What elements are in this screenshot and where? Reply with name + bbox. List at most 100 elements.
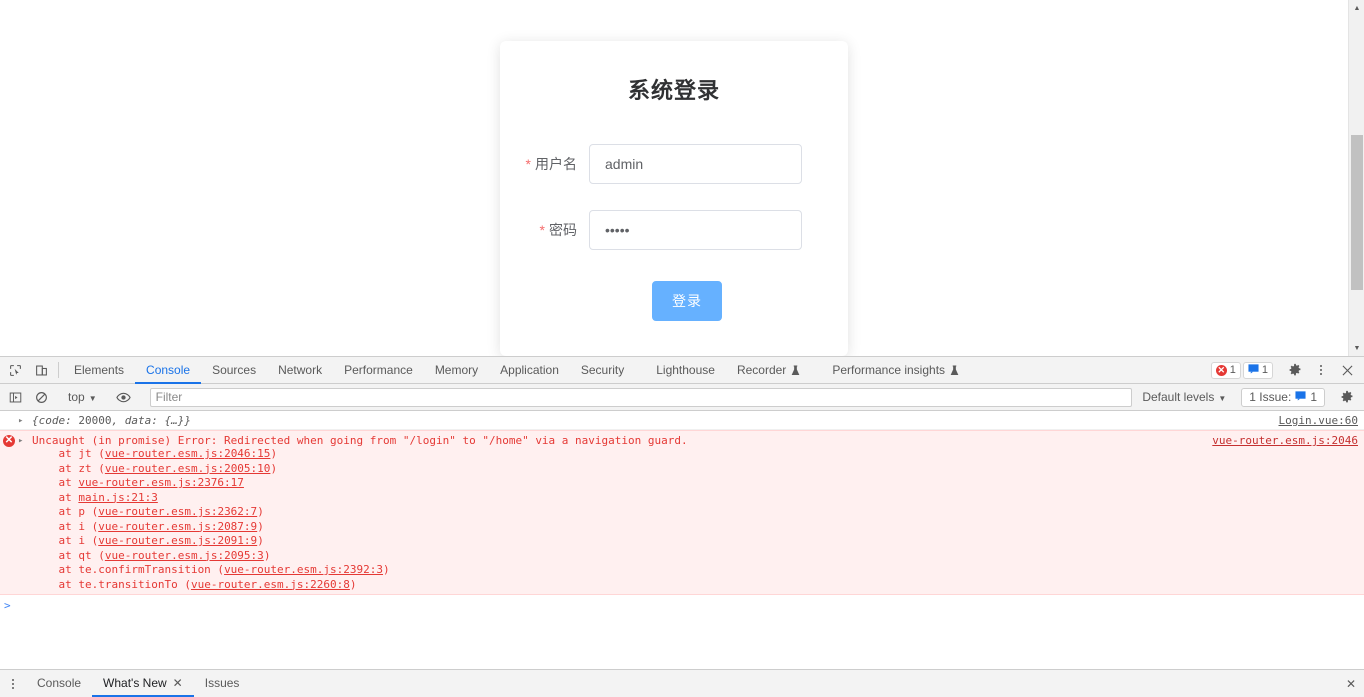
message-gutter: ✕ (0, 434, 18, 592)
drawer-tab-issues[interactable]: Issues (194, 670, 251, 697)
tab-label: Performance (344, 363, 413, 377)
tab-elements[interactable]: Elements (63, 358, 135, 384)
more-options-kebab-icon[interactable] (1308, 365, 1334, 375)
stack-prefix: at i ( (32, 519, 99, 533)
console-prompt-row[interactable]: > (0, 595, 1364, 615)
tab-label: Security (580, 363, 625, 377)
drawer-actions: ✕ (1346, 670, 1364, 697)
stack-suffix: ) (263, 548, 271, 562)
tab-recorder[interactable]: Recorder (726, 358, 811, 384)
message-content: {code: 20000, data: {…}} (32, 414, 1364, 427)
username-label: * 用户名 (500, 154, 589, 174)
login-button[interactable]: 登录 (652, 281, 722, 321)
tab-lighthouse[interactable]: Lighthouse (645, 358, 726, 384)
browser-page-viewport: 系统登录 *用户名 *密码 登录 ▲ ▼ (0, 0, 1364, 356)
expand-arrow-icon[interactable]: ▸ (18, 414, 32, 427)
stack-link[interactable]: vue-router.esm.js:2260:8 (191, 578, 350, 591)
settings-gear-icon[interactable] (1282, 363, 1308, 377)
stack-link[interactable]: vue-router.esm.js:2046:15 (105, 447, 271, 460)
stack-frame: at te.transitionTo (vue-router.esm.js:22… (32, 578, 1356, 593)
drawer-tab-label: What's New (103, 675, 167, 690)
chevron-down-icon: ▼ (88, 393, 97, 403)
inspect-element-icon[interactable] (2, 357, 28, 383)
stack-link[interactable]: vue-router.esm.js:2392:3 (224, 563, 383, 576)
tab-network[interactable]: Network (267, 358, 333, 384)
expand-arrow-icon[interactable]: ▸ (18, 434, 32, 592)
devtools-tab-list: Elements Console Sources Network Perform… (63, 357, 970, 384)
stack-prefix: at qt ( (32, 548, 105, 562)
tab-performance-insights[interactable]: Performance insights (821, 358, 970, 384)
stack-link[interactable]: vue-router.esm.js:2005:10 (105, 462, 271, 475)
page-vertical-scrollbar[interactable]: ▲ ▼ (1348, 0, 1364, 356)
tab-console[interactable]: Console (135, 358, 202, 384)
device-toolbar-icon[interactable] (28, 357, 54, 383)
message-count-badge[interactable]: 1 (1242, 361, 1273, 379)
close-devtools-icon[interactable] (1334, 365, 1360, 376)
username-input[interactable] (589, 144, 802, 184)
stack-suffix: ) (383, 563, 390, 576)
scrollbar-thumb[interactable] (1351, 135, 1363, 290)
source-link[interactable]: vue-router.esm.js:2046 (1212, 434, 1358, 447)
tab-label: Lighthouse (656, 363, 715, 377)
stack-suffix: ) (349, 577, 357, 591)
stack-link[interactable]: vue-router.esm.js:2095:3 (105, 549, 264, 562)
message-bubble-icon (1295, 390, 1306, 404)
tab-performance[interactable]: Performance (333, 358, 424, 384)
drawer-more-options-kebab-icon[interactable] (0, 670, 26, 697)
tab-label: Console (146, 363, 191, 377)
close-drawer-icon[interactable]: ✕ (1346, 678, 1356, 690)
close-icon[interactable]: ✕ (173, 677, 183, 689)
stack-prefix: at p ( (32, 505, 99, 518)
stack-link[interactable]: main.js:21:3 (78, 491, 157, 504)
tab-label: Sources (212, 363, 257, 377)
console-message-info[interactable]: ▸ {code: 20000, data: {…}} Login.vue:60 (0, 411, 1364, 430)
tab-security[interactable]: Security (570, 358, 635, 384)
execution-context-selector[interactable]: top ▼ (63, 388, 102, 407)
stack-link[interactable]: vue-router.esm.js:2087:9 (98, 520, 257, 533)
stack-suffix: ) (257, 534, 264, 547)
stack-link[interactable]: vue-router.esm.js:2091:9 (98, 534, 257, 547)
console-message-list[interactable]: ▸ {code: 20000, data: {…}} Login.vue:60 … (0, 411, 1364, 669)
clear-console-icon[interactable] (28, 391, 54, 404)
drawer-tab-console[interactable]: Console (26, 670, 92, 697)
issues-label: 1 Issue: (1249, 390, 1292, 404)
console-filter-input[interactable] (149, 387, 1133, 407)
tab-label: Elements (74, 363, 125, 377)
console-settings-gear-icon[interactable] (1334, 390, 1360, 404)
experiment-flask-icon (791, 365, 800, 376)
stack-frame: at i (vue-router.esm.js:2087:9) (32, 520, 1356, 535)
error-text: Uncaught (in promise) Error: Redirected … (32, 434, 688, 447)
drawer-tab-whats-new[interactable]: What's New ✕ (92, 670, 194, 697)
tab-label: Performance insights (832, 363, 946, 377)
error-count-badge[interactable]: ✕ 1 (1210, 361, 1241, 379)
stack-prefix: at te.transitionTo ( (32, 577, 191, 591)
chevron-down-icon: ▼ (1218, 393, 1227, 403)
log-levels-value: Default levels (1142, 390, 1215, 404)
scroll-down-arrow-icon[interactable]: ▼ (1349, 340, 1364, 356)
stack-suffix: ) (270, 461, 278, 475)
tab-application[interactable]: Application (489, 358, 570, 384)
required-asterisk-icon: * (525, 156, 531, 172)
tab-sources[interactable]: Sources (201, 358, 267, 384)
devtools-panel: Elements Console Sources Network Perform… (0, 356, 1364, 697)
drawer-spacer (250, 670, 1346, 697)
scroll-up-arrow-icon[interactable]: ▲ (1349, 0, 1364, 16)
experiment-flask-icon (950, 365, 959, 376)
password-input[interactable] (589, 210, 802, 250)
source-link[interactable]: Login.vue:60 (1279, 414, 1358, 427)
console-message-error[interactable]: ✕ ▸ Uncaught (in promise) Error: Redirec… (0, 430, 1364, 595)
stack-link[interactable]: vue-router.esm.js:2362:7 (98, 505, 257, 518)
issues-pill-button[interactable]: 1 Issue: 1 (1241, 387, 1325, 407)
stack-frame: at jt (vue-router.esm.js:2046:15) (32, 447, 1356, 462)
console-sidebar-toggle-icon[interactable] (2, 391, 28, 404)
tab-memory[interactable]: Memory (424, 358, 489, 384)
stack-link[interactable]: vue-router.esm.js:2376:17 (78, 476, 244, 489)
live-expression-eye-icon[interactable] (111, 390, 137, 405)
drawer-tab-label: Console (37, 675, 82, 690)
object-number-value: 20000 (78, 414, 112, 427)
log-levels-selector[interactable]: Default levels ▼ (1136, 390, 1232, 404)
stack-suffix: ) (257, 505, 264, 518)
page-title: 系统登录 (627, 78, 720, 103)
message-bubble-icon (1248, 363, 1259, 377)
stack-prefix: at jt ( (32, 447, 105, 460)
